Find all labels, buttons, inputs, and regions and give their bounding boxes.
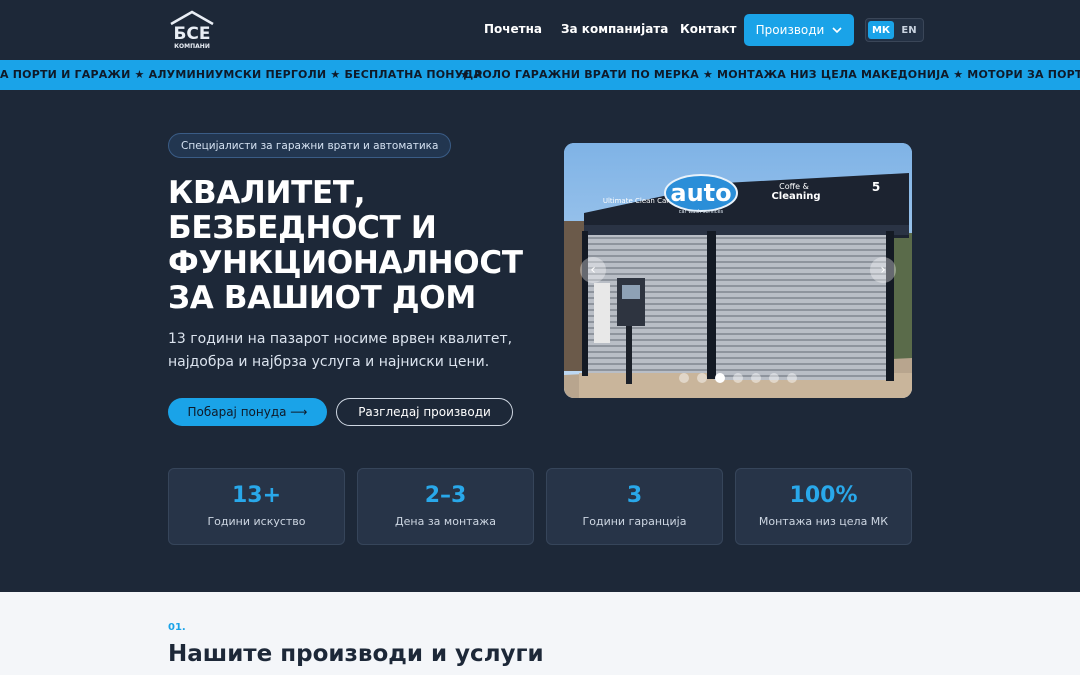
slider-dot[interactable] <box>751 373 761 383</box>
svg-text:auto: auto <box>670 179 731 207</box>
stat-value: 2–3 <box>424 483 467 508</box>
slider-dot[interactable] <box>787 373 797 383</box>
chevron-down-icon <box>832 23 842 37</box>
marquee-segment-right: ★ РОЛО ГАРАЖНИ ВРАТИ ПО МЕРКА ★ МОНТАЖА … <box>460 68 1080 81</box>
svg-text:car wash services: car wash services <box>679 209 724 215</box>
chevron-right-icon: › <box>880 262 886 278</box>
slider-dot[interactable] <box>769 373 779 383</box>
stat-label: Монтажа низ цела МК <box>758 515 889 528</box>
stat-value: 3 <box>626 483 643 508</box>
svg-text:Cleaning: Cleaning <box>771 191 820 202</box>
request-quote-button[interactable]: Побарај понуда ⟶ <box>168 398 327 426</box>
svg-text:Ultimate Clean Car: Ultimate Clean Car <box>603 197 669 205</box>
stat-card-coverage: 100% Монтажа низ цела МК <box>735 468 912 545</box>
chevron-left-icon: ‹ <box>590 262 596 278</box>
products-label: Производи <box>755 23 825 37</box>
announcement-marquee: А ПОРТИ И ГАРАЖИ ★ АЛУМИНИУМСКИ ПЕРГОЛИ … <box>0 60 1080 90</box>
svg-text:Coffe &: Coffe & <box>779 182 809 191</box>
lang-mk[interactable]: МК <box>868 21 894 39</box>
slider-dot[interactable] <box>733 373 743 383</box>
stat-label: Години гаранција <box>582 515 687 528</box>
slider-dot[interactable] <box>697 373 707 383</box>
slider-prev-button[interactable]: ‹ <box>580 257 606 283</box>
hero-subtitle: 13 години на пазарот носиме врвен квалит… <box>168 331 513 370</box>
nav-about[interactable]: За компанијата <box>561 22 668 36</box>
stat-value: 13+ <box>231 483 282 508</box>
slider-dot[interactable] <box>715 373 725 383</box>
lang-en[interactable]: EN <box>896 21 922 39</box>
products-section: 01. Нашите производи и услуги <box>0 592 1080 675</box>
company-logo[interactable]: БСЕ КОМПАНИ <box>168 10 216 50</box>
language-switcher: МК EN <box>865 18 924 42</box>
browse-products-button[interactable]: Разгледај производи <box>336 398 513 426</box>
products-dropdown-button[interactable]: Производи <box>744 14 854 46</box>
svg-text:5: 5 <box>872 180 880 194</box>
svg-text:БСЕ: БСЕ <box>173 24 210 44</box>
stat-card-warranty: 3 Години гаранција <box>546 468 723 545</box>
slider-next-button[interactable]: › <box>870 257 896 283</box>
stat-label: Години искуство <box>207 515 306 528</box>
hero-badge: Специјалисти за гаражни врати и автомати… <box>168 133 452 158</box>
stat-card-experience: 13+ Години искуство <box>168 468 345 545</box>
slider-dot[interactable] <box>679 373 689 383</box>
stat-label: Дена за монтажа <box>395 515 496 528</box>
stat-card-installation-days: 2–3 Дена за монтажа <box>357 468 534 545</box>
stat-value: 100% <box>789 483 858 508</box>
slider-dots <box>679 373 797 383</box>
nav-contact[interactable]: Контакт <box>680 22 737 36</box>
section-number: 01. <box>168 622 186 633</box>
svg-text:КОМПАНИ: КОМПАНИ <box>174 43 210 50</box>
section-title: Нашите производи и услуги <box>168 641 544 667</box>
hero-image-slider: auto car wash services Ultimate Clean Ca… <box>564 143 912 398</box>
marquee-segment-left: А ПОРТИ И ГАРАЖИ ★ АЛУМИНИУМСКИ ПЕРГОЛИ … <box>0 68 483 81</box>
hero-title: КВАЛИТЕТ, БЕЗБЕДНОСТ И ФУНКЦИОНАЛНОСТ ЗА… <box>168 175 523 316</box>
car-wash-photo: auto car wash services Ultimate Clean Ca… <box>564 143 912 398</box>
site-header: БСЕ КОМПАНИ Почетна За компанијата Конта… <box>0 0 1080 60</box>
nav-home[interactable]: Почетна <box>484 22 542 36</box>
